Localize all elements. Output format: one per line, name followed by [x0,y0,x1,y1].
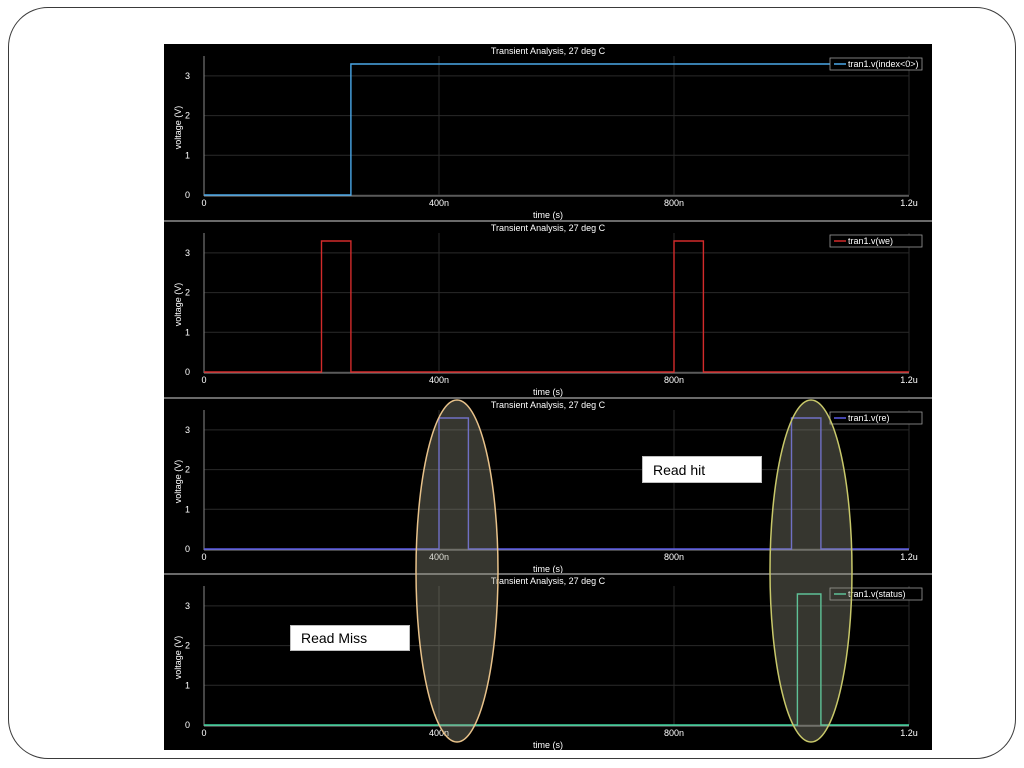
legend-label: tran1.v(we) [848,236,893,246]
y-tick-label: 2 [185,465,190,475]
y-tick-label: 3 [185,248,190,258]
x-tick-label: 0 [201,728,206,738]
chart-title: Transient Analysis, 27 deg C [491,223,606,233]
x-tick-label: 0 [201,198,206,208]
read-hit-label: Read hit [653,461,706,478]
chart-title: Transient Analysis, 27 deg C [491,46,606,56]
read-hit-highlight-ellipse [769,399,853,743]
y-tick-label: 1 [185,680,190,690]
x-axis-label: time (s) [533,387,563,397]
chart-title: Transient Analysis, 27 deg C [491,576,606,586]
y-tick-label: 2 [185,288,190,298]
y-tick-label: 1 [185,504,190,514]
x-axis-label: time (s) [533,740,563,750]
y-tick-label: 2 [185,641,190,651]
x-axis-label: time (s) [533,564,563,574]
y-tick-label: 2 [185,111,190,121]
x-tick-label: 0 [201,552,206,562]
y-axis-label: voltage (V) [173,636,183,680]
y-tick-label: 0 [185,720,190,730]
y-tick-label: 3 [185,425,190,435]
read-miss-highlight-ellipse [415,399,499,743]
y-axis-label: voltage (V) [173,106,183,150]
y-tick-label: 3 [185,71,190,81]
legend-label: tran1.v(re) [848,413,890,423]
y-axis-label: voltage (V) [173,283,183,327]
x-tick-label: 800n [664,375,684,385]
read-miss-callout: Read Miss [290,625,410,651]
y-axis-label: voltage (V) [173,460,183,504]
x-tick-label: 1.2u [900,375,918,385]
y-tick-label: 0 [185,367,190,377]
legend-label: tran1.v(status) [848,589,906,599]
x-tick-label: 1.2u [900,552,918,562]
y-tick-label: 0 [185,544,190,554]
x-tick-label: 800n [664,552,684,562]
x-tick-label: 800n [664,198,684,208]
waveform-plots: Transient Analysis, 27 deg C 0 1 2 3 0 400n 800… [164,44,932,750]
y-tick-label: 0 [185,190,190,200]
y-tick-label: 1 [185,327,190,337]
x-tick-label: 1.2u [900,728,918,738]
chart-title: Transient Analysis, 27 deg C [491,400,606,410]
x-axis-label: time (s) [533,210,563,220]
legend-label: tran1.v(index<0>) [848,59,919,69]
y-tick-label: 1 [185,150,190,160]
x-tick-label: 400n [429,198,449,208]
x-tick-label: 1.2u [900,198,918,208]
y-tick-label: 3 [185,601,190,611]
read-miss-label: Read Miss [301,630,368,646]
x-tick-label: 0 [201,375,206,385]
read-hit-callout: Read hit [642,456,762,483]
x-tick-label: 800n [664,728,684,738]
x-tick-label: 400n [429,375,449,385]
